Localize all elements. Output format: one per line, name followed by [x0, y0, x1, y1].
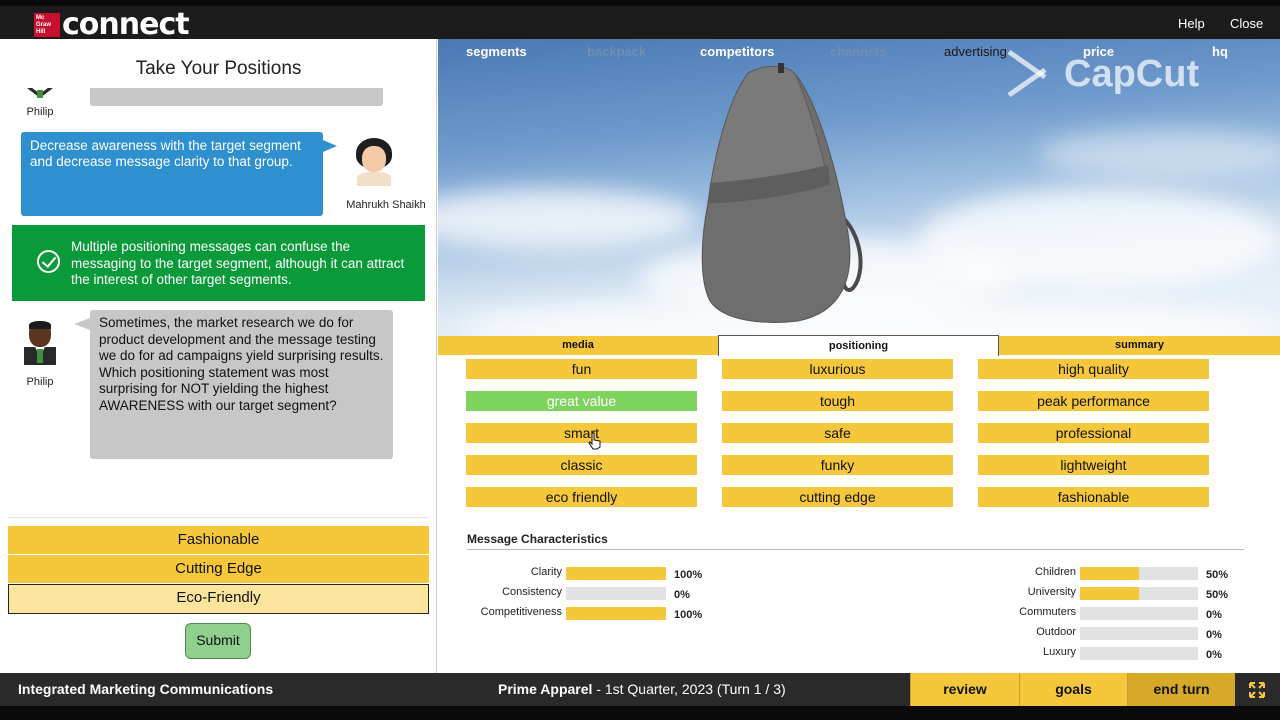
segment-percent: 50%	[1206, 589, 1229, 601]
metric-bar	[566, 567, 666, 580]
brand-name: connect	[62, 7, 190, 42]
position-option[interactable]: lightweight	[978, 455, 1209, 475]
hand-cursor-icon	[588, 432, 601, 450]
segment-percent: 0%	[1206, 629, 1222, 641]
position-option[interactable]: peak performance	[978, 391, 1209, 411]
submit-button[interactable]: Submit	[185, 623, 251, 659]
speaker-name: Philip	[26, 376, 54, 388]
metric-label: Competitiveness	[480, 606, 562, 618]
tab-media[interactable]: media	[438, 336, 718, 355]
close-link[interactable]: Close	[1230, 16, 1263, 31]
position-option-selected[interactable]: great value	[466, 391, 697, 411]
segment-percent: 50%	[1206, 569, 1229, 581]
position-option[interactable]: tough	[722, 391, 953, 411]
feedback-text: Multiple positioning messages can confus…	[71, 239, 405, 287]
metric-bar	[566, 587, 666, 600]
position-option[interactable]: high quality	[978, 359, 1209, 379]
conversation-panel: Take Your Positions Philip Decrease awar…	[0, 39, 437, 673]
message-bubble-previous	[90, 88, 383, 106]
nav-tab-hq[interactable]: hq	[1212, 44, 1228, 59]
backpack-3d-model	[701, 63, 863, 323]
philip-avatar	[24, 321, 56, 367]
position-option[interactable]: safe	[722, 423, 953, 443]
nav-tab-competitors[interactable]: competitors	[700, 44, 774, 59]
position-option[interactable]: smart	[466, 423, 697, 443]
metric-bar-fill	[566, 607, 666, 620]
segment-bar	[1080, 627, 1198, 640]
answer-option-eco-friendly[interactable]: Eco-Friendly	[8, 584, 429, 614]
answer-option-cutting-edge[interactable]: Cutting Edge	[8, 555, 429, 583]
check-circle-icon	[37, 250, 60, 273]
mahrukh-avatar	[354, 138, 394, 188]
footer-bar: Integrated Marketing Communications Prim…	[0, 673, 1280, 706]
metric-percent: 100%	[674, 609, 703, 621]
help-link[interactable]: Help	[1178, 16, 1205, 31]
position-option[interactable]: cutting edge	[722, 487, 953, 507]
expand-icon[interactable]	[1248, 681, 1266, 699]
segment-percent: 0%	[1206, 609, 1222, 621]
company-name: Prime Apparel	[498, 681, 593, 697]
metric-label: Clarity	[530, 566, 562, 578]
sub-tabs: media positioning summary	[438, 335, 1280, 356]
capcut-logo-icon	[1000, 52, 1054, 96]
position-option[interactable]: fashionable	[978, 487, 1209, 507]
nav-tab-segments[interactable]: segments	[466, 44, 527, 59]
speaker-name: Philip	[26, 106, 54, 118]
product-viewer: segments backpack competitors channels a…	[438, 39, 1280, 337]
feedback-correct: Multiple positioning messages can confus…	[12, 225, 425, 301]
goals-button[interactable]: goals	[1019, 673, 1127, 706]
module-title: Integrated Marketing Communications	[18, 681, 274, 697]
position-option[interactable]: funky	[722, 455, 953, 475]
position-option[interactable]: eco friendly	[466, 487, 697, 507]
segment-percent: 0%	[1206, 649, 1222, 661]
capcut-watermark: CapCut	[1000, 52, 1199, 96]
segment-bar	[1080, 567, 1198, 580]
segment-label: Luxury	[1042, 646, 1076, 658]
answer-option-fashionable[interactable]: Fashionable	[8, 526, 429, 554]
page-title: Take Your Positions	[135, 58, 302, 79]
metric-bar	[566, 607, 666, 620]
turn-period: - 1st Quarter, 2023 (Turn 1 / 3)	[592, 681, 786, 697]
segment-bar	[1080, 587, 1198, 600]
watermark-text: CapCut	[1064, 52, 1200, 95]
mcgraw-hill-badge: Mc Graw Hill	[34, 13, 60, 37]
segment-bar	[1080, 607, 1198, 620]
nav-tab-advertising[interactable]: advertising	[944, 44, 1007, 59]
simulation-panel: segments backpack competitors channels a…	[438, 39, 1280, 673]
nav-tab-backpack[interactable]: backpack	[587, 44, 646, 59]
turn-status: Prime Apparel - 1st Quarter, 2023 (Turn …	[498, 681, 786, 697]
divider	[8, 517, 429, 518]
metric-percent: 100%	[674, 569, 703, 581]
bottom-strip	[0, 706, 1280, 720]
position-option[interactable]: classic	[466, 455, 697, 475]
segment-label: University	[1027, 586, 1076, 598]
philip-avatar-top	[27, 88, 53, 100]
position-option[interactable]: luxurious	[722, 359, 953, 379]
divider	[467, 549, 1244, 550]
metric-percent: 0%	[674, 589, 690, 601]
app-root: Mc Graw Hill connect Help Close Take You…	[0, 0, 1280, 720]
segment-bar	[1080, 647, 1198, 660]
speaker-name: Mahrukh Shaikh	[346, 199, 426, 211]
end-turn-button[interactable]: end turn	[1127, 673, 1235, 706]
message-characteristics-title: Message Characteristics	[467, 532, 608, 546]
position-option[interactable]: professional	[978, 423, 1209, 443]
tab-summary[interactable]: summary	[999, 336, 1280, 355]
segment-bar-fill	[1080, 567, 1139, 580]
review-button[interactable]: review	[910, 673, 1019, 706]
metric-label: Consistency	[502, 586, 562, 598]
tab-positioning[interactable]: positioning	[718, 335, 999, 356]
response-bubble: Decrease awareness with the target segme…	[21, 132, 337, 216]
top-bar: Mc Graw Hill connect Help Close	[0, 0, 1280, 42]
position-option[interactable]: fun	[466, 359, 697, 379]
segment-bar-fill	[1080, 587, 1139, 600]
nav-tab-channels[interactable]: channels	[830, 44, 886, 59]
segment-label: Children	[1035, 566, 1076, 578]
segment-label: Commuters	[1019, 606, 1076, 618]
metric-bar-fill	[566, 567, 666, 580]
question-bubble: Sometimes, the market research we do for…	[74, 310, 393, 459]
segment-label: Outdoor	[1036, 626, 1076, 638]
connect-logo: Mc Graw Hill connect	[34, 7, 190, 42]
